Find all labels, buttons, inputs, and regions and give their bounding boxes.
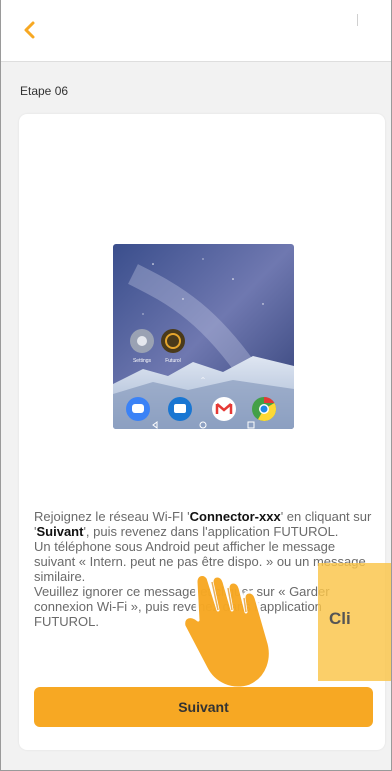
phone-screenshot-illustration: Settings Futurol ^ <box>113 244 294 429</box>
gmail-app-icon <box>212 397 236 421</box>
sms-app-icon <box>168 397 192 421</box>
futurol-app-label: Futurol <box>165 358 181 364</box>
chrome-app-icon <box>252 397 277 422</box>
messages-app-icon <box>126 397 150 421</box>
futurol-app-icon <box>161 329 185 353</box>
app-header <box>0 0 392 62</box>
tap-hint-text: Cli <box>329 609 351 628</box>
settings-app-label: Settings <box>133 358 152 364</box>
chevron-left-icon[interactable] <box>16 16 46 46</box>
settings-app-icon <box>130 329 154 353</box>
step-label: Etape 06 <box>20 84 69 98</box>
next-button[interactable]: Suivant <box>34 687 373 727</box>
svg-text:^: ^ <box>200 377 205 384</box>
tap-hand-icon <box>182 573 272 690</box>
header-divider <box>357 14 358 26</box>
instruction-paragraph-1: Rejoignez le réseau Wi-FI 'Connector-xxx… <box>34 509 372 539</box>
